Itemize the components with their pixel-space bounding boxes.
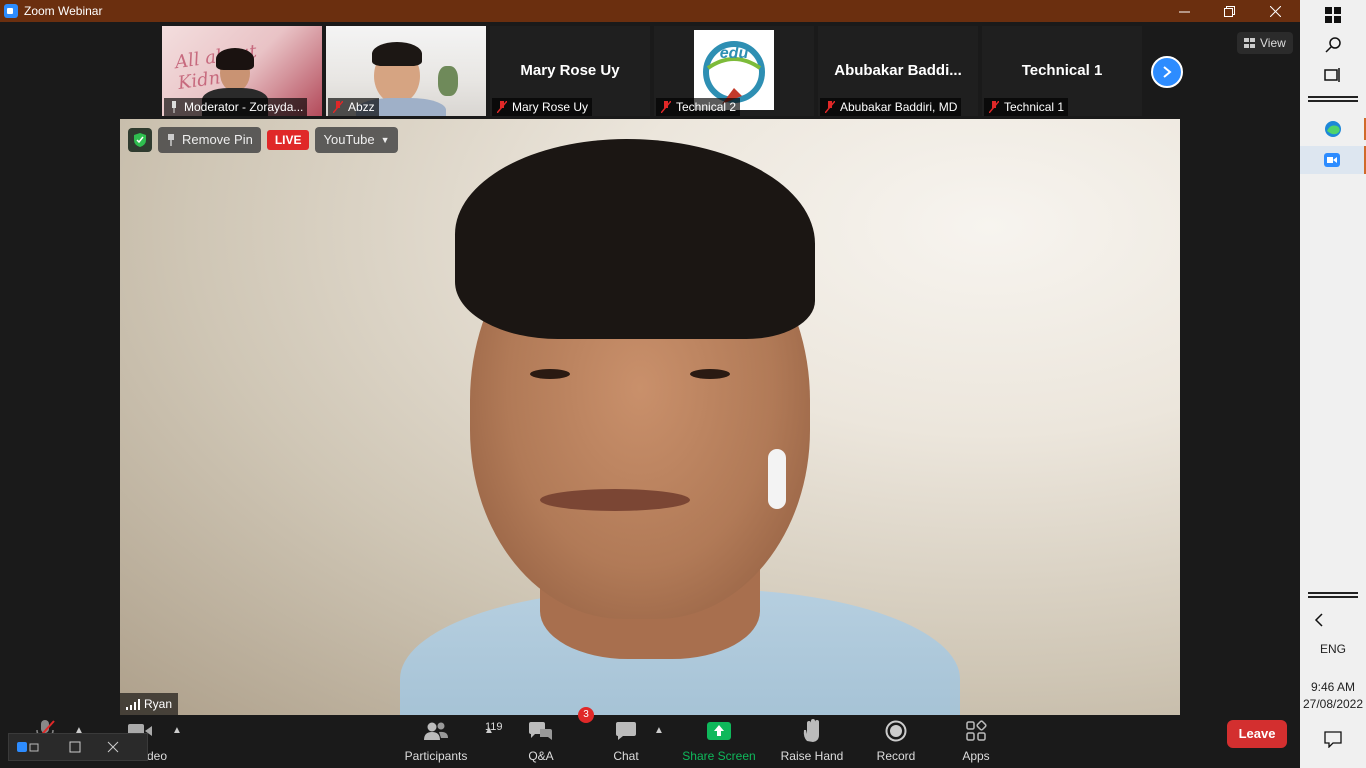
participants-button[interactable]: 119 Participants <box>391 719 503 763</box>
share-screen-icon <box>707 722 731 740</box>
chevron-left-icon[interactable] <box>1308 609 1330 631</box>
apps-icon <box>966 720 987 741</box>
speaker-eye <box>690 369 730 379</box>
mic-muted-icon <box>825 101 835 113</box>
taskbar-separator <box>1308 596 1358 598</box>
participant-tile[interactable]: All about Kidneys Moderator - Zorayda... <box>162 26 322 116</box>
search-icon[interactable] <box>1322 34 1344 56</box>
record-icon <box>885 720 907 742</box>
meeting-controls: ▲ deo ▲ 119 Participants ▲ 3 Q&A Chat ▲ … <box>0 707 1300 768</box>
meeting-area: All about Kidneys Moderator - Zorayda...… <box>0 22 1300 768</box>
mic-muted-icon <box>989 101 999 113</box>
speaker-earbud <box>768 449 786 509</box>
svg-text:edu: edu <box>720 45 749 62</box>
leave-button[interactable]: Leave <box>1227 720 1287 748</box>
clock-date[interactable]: 27/08/2022 <box>1300 697 1366 711</box>
clock-time[interactable]: 9:46 AM <box>1300 680 1366 694</box>
participant-name: Technical 1 <box>984 98 1069 116</box>
security-shield-icon[interactable] <box>128 128 152 152</box>
taskbar-separator <box>1308 592 1358 594</box>
signal-bars-icon <box>126 698 140 710</box>
remove-pin-button[interactable]: Remove Pin <box>158 127 261 153</box>
grid-icon <box>1244 38 1255 48</box>
taskbar-separator <box>1308 96 1358 98</box>
participant-hair <box>216 48 254 70</box>
restore-icon <box>1223 5 1235 17</box>
minimize-button[interactable] <box>1161 0 1207 22</box>
raise-hand-icon <box>803 719 819 742</box>
pin-icon <box>172 101 176 113</box>
apps-button[interactable]: Apps <box>931 719 1021 763</box>
maximize-icon <box>69 741 81 753</box>
participant-name: Technical 2 <box>656 98 741 116</box>
pin-icon <box>168 134 174 146</box>
mic-muted-icon <box>661 101 671 113</box>
participant-name: Abubakar Baddiri, MD <box>820 98 962 116</box>
video-options-caret[interactable]: ▲ <box>172 725 182 736</box>
participant-display-name: Abubakar Baddi... <box>834 62 962 79</box>
taskbar-separator <box>1308 100 1358 102</box>
share-screen-button[interactable]: Share Screen <box>674 719 764 763</box>
mic-muted-icon <box>333 101 343 113</box>
speaker-hair <box>455 139 815 339</box>
zoom-app-icon <box>1324 153 1340 167</box>
language-indicator[interactable]: ENG <box>1300 642 1366 656</box>
view-button[interactable]: View <box>1237 32 1293 54</box>
participant-tile[interactable]: Mary Rose Uy Mary Rose Uy <box>490 26 650 116</box>
notification-icon[interactable] <box>1322 728 1344 750</box>
close-icon <box>1269 5 1281 17</box>
speaker-eye <box>530 369 570 379</box>
participant-display-name: Technical 1 <box>1021 62 1103 79</box>
participant-hair <box>372 42 422 66</box>
raise-hand-button[interactable]: Raise Hand <box>767 719 857 763</box>
chat-options-caret[interactable]: ▲ <box>654 725 664 736</box>
next-page-button[interactable] <box>1151 56 1183 88</box>
speaker-mouth <box>540 489 690 511</box>
participant-name: Moderator - Zorayda... <box>164 98 308 116</box>
chevron-right-icon <box>1163 66 1172 78</box>
window-titlebar: Zoom Webinar <box>0 0 1300 22</box>
close-button[interactable] <box>1252 0 1298 22</box>
participant-tile[interactable]: Abubakar Baddi... Abubakar Baddiri, MD <box>818 26 978 116</box>
mic-muted-icon <box>497 101 507 113</box>
participants-icon <box>424 722 448 740</box>
chat-bubble-icon <box>616 722 636 740</box>
qa-bubbles-icon <box>529 722 552 740</box>
qa-button[interactable]: 3 Q&A <box>496 707 594 763</box>
caret-down-icon: ▼ <box>380 135 390 145</box>
edge-browser-icon[interactable] <box>1322 118 1344 140</box>
record-button[interactable]: Record <box>851 719 941 763</box>
active-speaker-video: Remove Pin LIVE YouTube ▼ Ryan <box>120 119 1180 715</box>
participant-strip: All about Kidneys Moderator - Zorayda...… <box>162 26 1142 116</box>
participant-tile[interactable]: Technical 1 Technical 1 <box>982 26 1142 116</box>
stream-dropdown[interactable]: YouTube ▼ <box>315 127 398 153</box>
participant-name: Mary Rose Uy <box>492 98 593 116</box>
zoom-window-icon <box>17 742 39 752</box>
participant-name: Abzz <box>328 98 379 116</box>
participant-display-name: Mary Rose Uy <box>520 62 620 79</box>
windows-start-icon[interactable] <box>1322 4 1344 26</box>
speaker-name-label: Ryan <box>120 693 179 715</box>
participants-options-caret[interactable]: ▲ <box>484 725 494 736</box>
zoom-app-icon <box>4 4 18 18</box>
taskbar-preview <box>8 733 148 761</box>
minimize-icon <box>1178 11 1190 12</box>
plant-decor <box>438 66 458 96</box>
video-toolbar: Remove Pin LIVE YouTube ▼ <box>128 127 398 153</box>
close-icon <box>107 741 119 753</box>
participant-tile[interactable]: edu Technical 2 <box>654 26 814 116</box>
window-title: Zoom Webinar <box>24 4 103 18</box>
participant-tile[interactable]: Abzz <box>326 26 486 116</box>
live-badge[interactable]: LIVE <box>266 130 310 150</box>
restore-button[interactable] <box>1206 0 1252 22</box>
windows-taskbar: ENG 9:46 AM 27/08/2022 <box>1300 0 1366 768</box>
task-view-icon[interactable] <box>1322 64 1344 86</box>
zoom-taskbar-item[interactable] <box>1300 146 1366 174</box>
